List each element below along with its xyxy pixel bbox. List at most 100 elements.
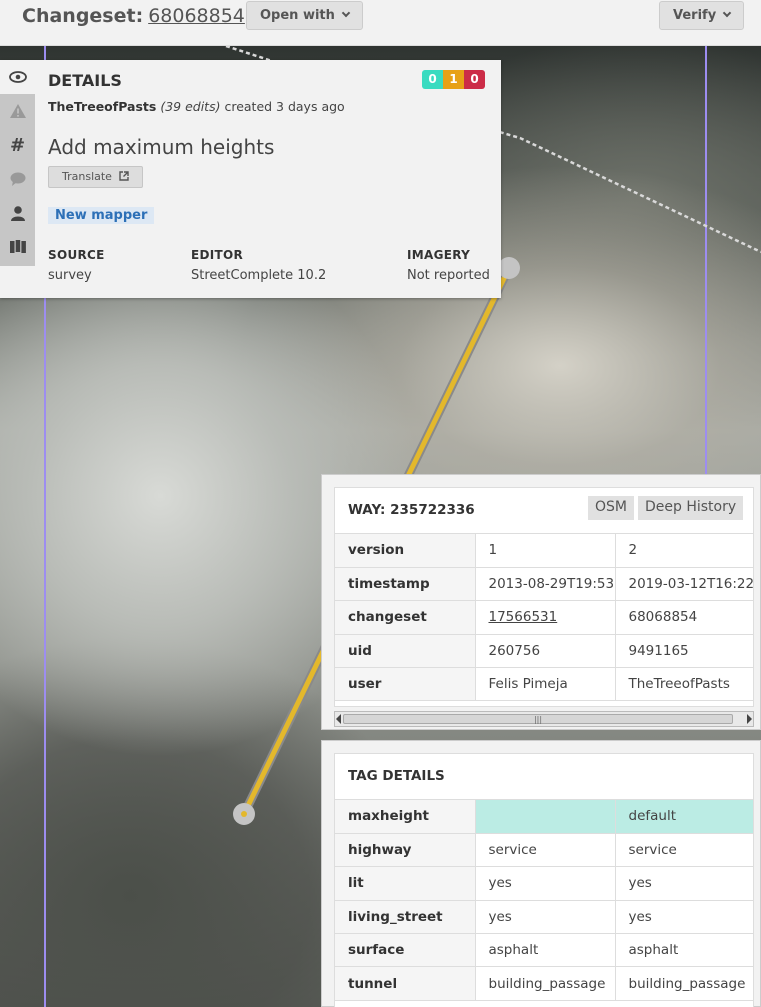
tag-details-title: TAG DETAILS: [348, 768, 445, 784]
way-panel: WAY: 235722336 OSM Deep History version 1…: [321, 474, 761, 730]
table-row: uid 260756 9491165: [335, 634, 753, 669]
row-value-new: service: [615, 833, 753, 868]
row-value-old: service: [475, 833, 616, 868]
details-title: DETAILS: [48, 71, 122, 90]
table-row: user Felis Pimeja TheTreeofPasts: [335, 667, 753, 702]
external-link-icon: [119, 171, 130, 181]
row-key: version: [335, 534, 476, 568]
row-key: maxheight: [335, 800, 476, 834]
table-row: version 1 2: [335, 534, 753, 568]
row-key: user: [335, 667, 476, 702]
modified-count-badge: 1: [443, 70, 464, 89]
verify-button[interactable]: Verify: [659, 1, 745, 30]
horizontal-scrollbar[interactable]: |||: [334, 711, 754, 727]
table-row: timestamp2013-08-29T19:53:31Z2019-03-12T…: [335, 567, 753, 602]
tag-table: maxheight default highway service service l…: [335, 800, 753, 1001]
table-row: surface asphalt asphalt: [335, 933, 753, 968]
row-value-old: Felis Pimeja: [475, 667, 616, 702]
change-count-badges: 0 1 0: [422, 70, 485, 89]
created-count-badge: 0: [422, 70, 443, 89]
open-with-label: Open with: [260, 8, 335, 23]
open-with-button[interactable]: Open with: [246, 1, 363, 30]
row-value-new: 2: [615, 534, 753, 568]
user-icon[interactable]: [0, 196, 35, 230]
row-key: changeset: [335, 600, 476, 635]
row-key: timestamp: [335, 567, 476, 602]
chevron-down-icon: [722, 8, 732, 18]
row-key: surface: [335, 933, 476, 968]
row-value-old: 1: [475, 534, 616, 568]
way-panel-header: WAY: 235722336 OSM Deep History: [335, 488, 753, 534]
icon-rail: #: [0, 60, 35, 266]
imagery-value: Not reported: [407, 268, 490, 283]
way-title: WAY: 235722336: [348, 502, 475, 518]
row-value-new: 9491165: [615, 634, 753, 669]
imagery-label: IMAGERY: [407, 248, 471, 262]
changeset-label: Changeset:: [22, 5, 144, 27]
translate-label: Translate: [62, 170, 112, 183]
row-value-new: yes: [615, 900, 753, 935]
map-icon[interactable]: [0, 230, 35, 264]
row-value-old: building_passage: [475, 966, 616, 1001]
deep-history-button[interactable]: Deep History: [638, 496, 744, 520]
tag-table-container: TAG DETAILS maxheight default highway serv…: [334, 753, 754, 1007]
table-row: tunnel building_passage building_passage: [335, 966, 753, 1001]
way-table: version12 timestamp2013-08-29T19:53:31Z2…: [335, 534, 753, 702]
row-value-old: asphalt: [475, 933, 616, 968]
eye-icon[interactable]: [0, 60, 35, 94]
changeset-title: Changeset: 68068854: [22, 5, 245, 27]
row-value-old: [475, 800, 616, 834]
scroll-right-icon[interactable]: [747, 714, 752, 724]
chevron-down-icon: [341, 8, 351, 18]
scroll-thumb[interactable]: |||: [343, 714, 733, 724]
tag-panel-header: TAG DETAILS: [335, 754, 753, 800]
way-node-end-dot: [241, 811, 247, 817]
details-panel: # DETAILS 0 1 0 TheTreeofPasts (39 edits…: [0, 60, 501, 298]
way-table-container: WAY: 235722336 OSM Deep History version 1…: [334, 487, 754, 707]
created-time: created 3 days ago: [224, 99, 345, 114]
table-row: changeset 17566531 68068854: [335, 600, 753, 635]
top-bar: Changeset: 68068854 Open with Verify: [0, 0, 761, 46]
editor-label: EDITOR: [191, 248, 244, 262]
row-value-new: 68068854: [615, 600, 753, 635]
author-edit-count: (39 edits): [160, 99, 221, 114]
comment-icon[interactable]: [0, 162, 35, 196]
row-key: highway: [335, 833, 476, 868]
table-row: maxheight default: [335, 800, 753, 834]
way-node-start[interactable]: [498, 257, 520, 279]
new-mapper-badge: New mapper: [48, 207, 155, 224]
translate-button[interactable]: Translate: [48, 166, 144, 188]
row-value-new: TheTreeofPasts: [615, 667, 753, 702]
table-row: living_street yes yes: [335, 900, 753, 935]
warning-icon[interactable]: [0, 94, 35, 128]
osm-link-button[interactable]: OSM: [588, 496, 634, 520]
row-value-new: yes: [615, 866, 753, 901]
changeset-id-link[interactable]: 68068854: [148, 5, 245, 27]
source-label: SOURCE: [48, 248, 105, 262]
old-changeset-link[interactable]: 17566531: [475, 600, 616, 635]
row-value-new: default: [615, 800, 753, 834]
table-row: lit yes yes: [335, 866, 753, 901]
row-value-old: 260756: [475, 634, 616, 669]
editor-value: StreetComplete 10.2: [191, 268, 327, 283]
source-value: survey: [48, 268, 92, 283]
row-key: tunnel: [335, 966, 476, 1001]
row-value-old: yes: [475, 900, 616, 935]
hash-icon[interactable]: #: [0, 128, 35, 162]
row-value-old: yes: [475, 866, 616, 901]
author-name[interactable]: TheTreeofPasts: [48, 99, 156, 114]
row-value-old: 2013-08-29T19:53:31Z: [475, 567, 616, 602]
table-row: highway service service: [335, 833, 753, 868]
row-key: living_street: [335, 900, 476, 935]
row-value-new: 2019-03-12T16:22:5: [615, 567, 753, 602]
scroll-left-icon[interactable]: [336, 714, 341, 724]
tag-details-panel: TAG DETAILS maxheight default highway serv…: [321, 740, 761, 1007]
changeset-comment: Add maximum heights: [48, 135, 275, 159]
deleted-count-badge: 0: [464, 70, 485, 89]
row-key: lit: [335, 866, 476, 901]
changeset-byline: TheTreeofPasts (39 edits) created 3 days…: [48, 99, 345, 114]
row-value-new: asphalt: [615, 933, 753, 968]
verify-label: Verify: [673, 8, 717, 23]
row-value-new: building_passage: [615, 966, 753, 1001]
row-key: uid: [335, 634, 476, 669]
